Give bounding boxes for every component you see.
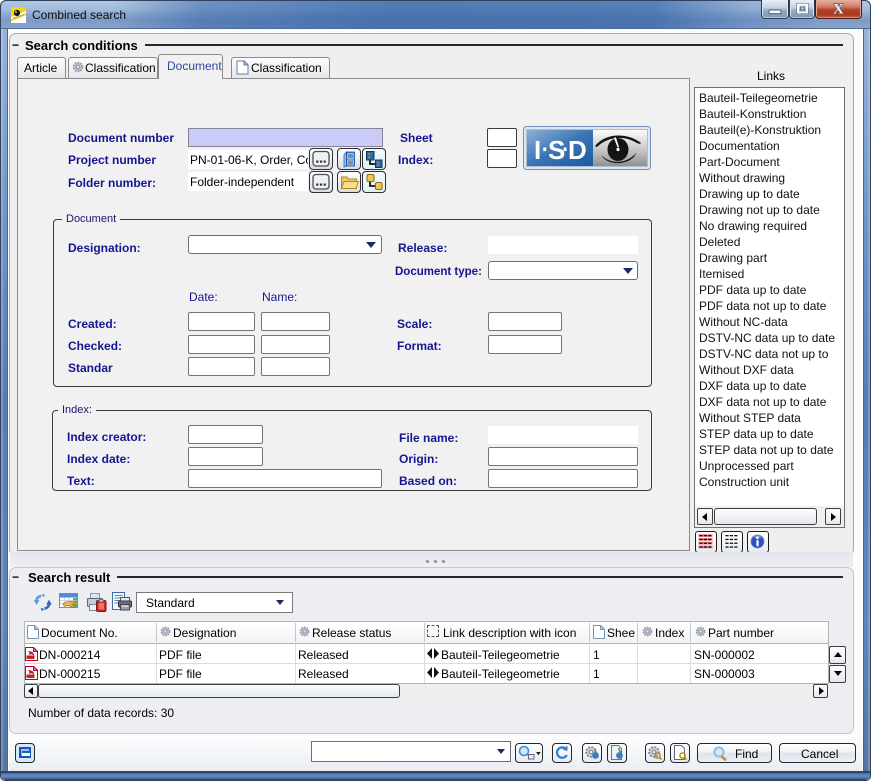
svg-text:D: D <box>568 135 587 165</box>
svg-text:I: I <box>534 135 541 165</box>
svg-text:S: S <box>548 135 565 165</box>
svg-text:X: X <box>833 2 844 18</box>
